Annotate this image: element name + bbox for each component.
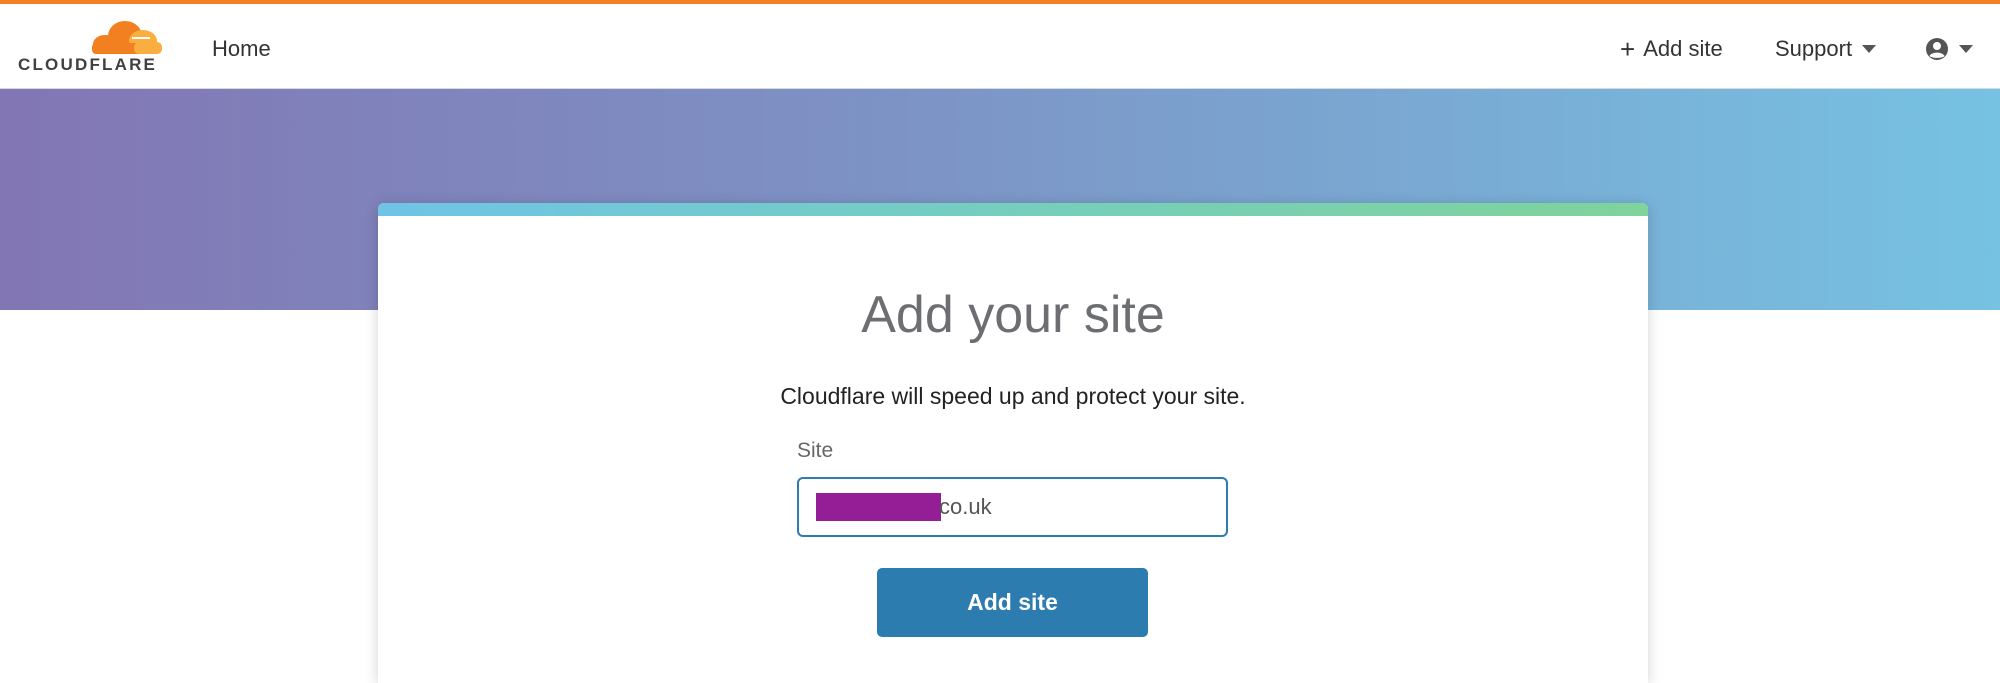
add-site-card: Add your site Cloudflare will speed up a… — [378, 203, 1648, 683]
site-input[interactable] — [939, 489, 1209, 525]
site-field-label: Site — [797, 439, 834, 462]
nav-add-site-label: Add site — [1643, 36, 1723, 61]
user-circle-icon — [1926, 38, 1948, 60]
plus-icon: + — [1620, 34, 1636, 64]
chevron-down-icon — [1862, 45, 1877, 53]
card-accent-bar — [378, 203, 1648, 216]
add-site-button[interactable]: Add site — [877, 568, 1148, 637]
redacted-domain-block — [816, 493, 941, 521]
page-subtitle: Cloudflare will speed up and protect you… — [780, 383, 1246, 409]
top-navbar: CLOUDFLARE Home + Add site Support — [0, 0, 2000, 89]
site-input-container[interactable] — [797, 477, 1228, 537]
nav-support-label: Support — [1775, 36, 1853, 61]
chevron-down-icon — [1959, 45, 1973, 53]
account-menu[interactable] — [1925, 37, 1973, 61]
nav-home-link[interactable]: Home — [212, 36, 271, 62]
cloud-logo-icon — [92, 21, 162, 54]
nav-add-site-link[interactable]: + Add site — [1620, 36, 1723, 62]
logo-wordmark: CLOUDFLARE — [18, 55, 158, 74]
nav-support-dropdown[interactable]: Support — [1775, 36, 1877, 62]
page-title: Add your site — [861, 286, 1165, 344]
cloudflare-logo[interactable]: CLOUDFLARE — [18, 20, 168, 76]
